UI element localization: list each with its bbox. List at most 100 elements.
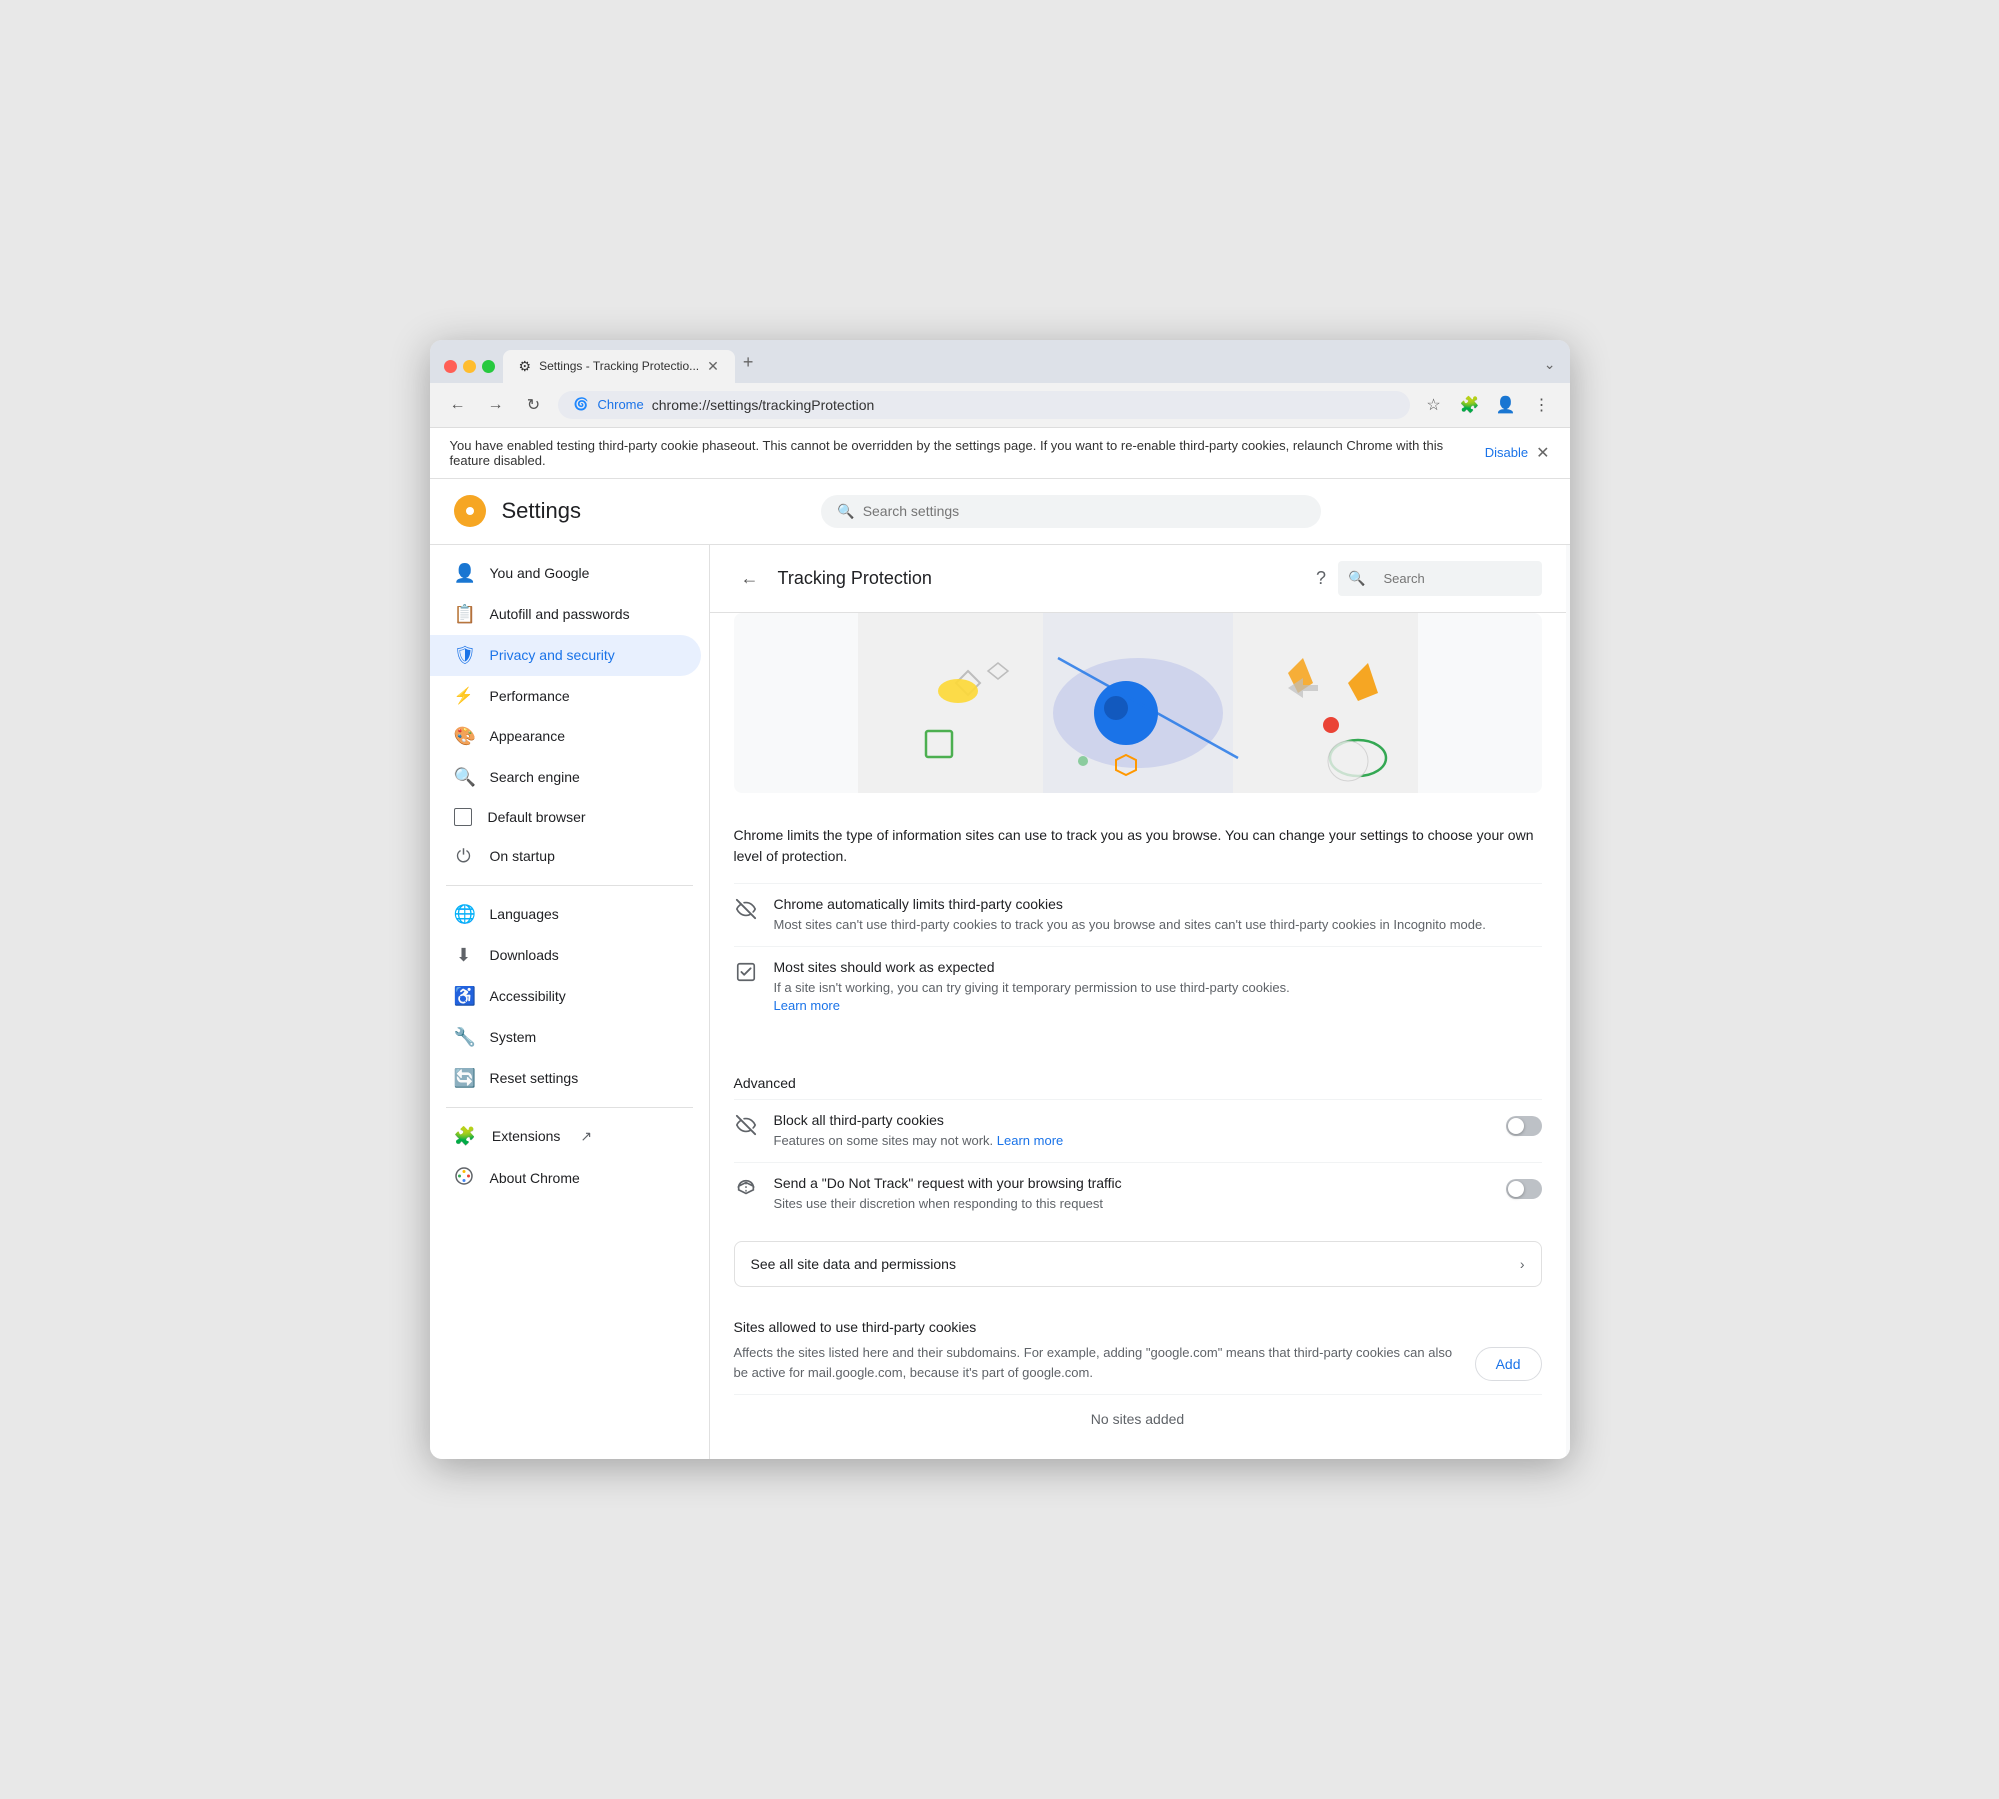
no-sites-label: No sites added	[734, 1394, 1542, 1443]
site-data-label: See all site data and permissions	[751, 1256, 1520, 1272]
chrome-logo-icon: 🌀	[574, 397, 590, 413]
learn-more-link-1[interactable]: Learn more	[774, 998, 840, 1013]
sites-allowed-section: Sites allowed to use third-party cookies…	[710, 1303, 1566, 1459]
sidebar-label-downloads: Downloads	[490, 947, 559, 963]
sidebar-label-languages: Languages	[490, 906, 559, 922]
cookie-limit-item: Chrome automatically limits third-party …	[734, 883, 1542, 946]
address-bar[interactable]: 🌀 Chrome chrome://settings/trackingProte…	[558, 391, 1410, 419]
reload-button[interactable]: ↻	[520, 391, 548, 419]
main-content: ← Tracking Protection ? 🔍	[710, 545, 1566, 1460]
sidebar-item-performance[interactable]: ⚡ Performance	[430, 676, 701, 716]
accessibility-icon: ♿	[454, 986, 474, 1007]
cookie-limit-title: Chrome automatically limits third-party …	[774, 896, 1542, 912]
about-icon	[454, 1167, 474, 1190]
sidebar-item-downloads[interactable]: ⬇ Downloads	[430, 935, 701, 976]
eye-blocked-icon	[734, 898, 758, 926]
block-cookies-title: Block all third-party cookies	[774, 1112, 1490, 1128]
bookmark-button[interactable]: ☆	[1420, 391, 1448, 419]
active-tab[interactable]: ⚙ Settings - Tracking Protectio... ✕	[503, 350, 735, 383]
help-icon[interactable]: ?	[1316, 568, 1326, 589]
nav-icons: ☆ 🧩 👤 ⋮	[1420, 391, 1556, 419]
settings-search-bar[interactable]: 🔍	[821, 495, 1321, 528]
sidebar-label-reset: Reset settings	[490, 1070, 579, 1086]
sidebar-label-about: About Chrome	[490, 1170, 580, 1186]
sidebar-item-accessibility[interactable]: ♿ Accessibility	[430, 976, 701, 1017]
sidebar-item-on-startup[interactable]: ⏻ On startup	[430, 836, 701, 877]
settings-page-title: Settings	[502, 498, 582, 524]
dnt-toggle[interactable]	[1506, 1179, 1542, 1199]
sidebar-item-reset[interactable]: 🔄 Reset settings	[430, 1058, 701, 1099]
puzzle-icon: 🧩	[454, 1126, 476, 1147]
advanced-section: Advanced Block all third-party cookies	[710, 1043, 1566, 1241]
sidebar-divider-1	[446, 885, 693, 886]
sidebar-label-on-startup: On startup	[490, 848, 555, 864]
extensions-external-link-icon: ↗	[580, 1128, 592, 1145]
sidebar-item-appearance[interactable]: 🎨 Appearance	[430, 716, 701, 757]
nav-bar: ← → ↻ 🌀 Chrome chrome://settings/trackin…	[430, 383, 1570, 428]
search-engine-icon: 🔍	[454, 767, 474, 788]
sidebar-label-extensions: Extensions	[492, 1128, 560, 1144]
tracking-back-button[interactable]: ←	[734, 562, 766, 594]
content-search-input[interactable]	[1372, 565, 1532, 592]
minimize-button[interactable]	[463, 360, 476, 373]
disable-link[interactable]: Disable	[1485, 445, 1528, 460]
settings-header: Settings 🔍	[430, 479, 1570, 545]
sidebar-item-about[interactable]: About Chrome	[430, 1157, 701, 1200]
system-icon: 🔧	[454, 1027, 474, 1048]
sites-work-content: Most sites should work as expected If a …	[774, 959, 1542, 1015]
sidebar-item-default-browser[interactable]: Default browser	[430, 798, 701, 836]
settings-search-input[interactable]	[863, 503, 1306, 519]
add-site-button[interactable]: Add	[1475, 1347, 1542, 1381]
tab-title: Settings - Tracking Protectio...	[539, 359, 699, 373]
profile-button[interactable]: 👤	[1492, 391, 1520, 419]
lightning-icon: ⚡	[454, 686, 474, 706]
description-section: Chrome limits the type of information si…	[710, 809, 1566, 1044]
sidebar-item-system[interactable]: 🔧 System	[430, 1017, 701, 1058]
chrome-label: Chrome	[598, 397, 644, 412]
dnt-title: Send a "Do Not Track" request with your …	[774, 1175, 1490, 1191]
person-icon: 👤	[454, 563, 474, 584]
more-menu-button[interactable]: ⋮	[1528, 391, 1556, 419]
sidebar-label-system: System	[490, 1029, 537, 1045]
document-icon: 📋	[454, 604, 474, 625]
content-header: ← Tracking Protection ? 🔍	[710, 545, 1566, 613]
download-icon: ⬇	[454, 945, 474, 966]
chevron-right-icon: ›	[1520, 1256, 1525, 1272]
maximize-button[interactable]	[482, 360, 495, 373]
forward-button[interactable]: →	[482, 391, 510, 419]
site-data-row[interactable]: See all site data and permissions ›	[734, 1241, 1542, 1287]
content-search-icon: 🔍	[1348, 570, 1365, 587]
sites-work-title: Most sites should work as expected	[774, 959, 1542, 975]
back-button[interactable]: ←	[444, 391, 472, 419]
sidebar-item-autofill[interactable]: 📋 Autofill and passwords	[430, 594, 701, 635]
site-data-section: See all site data and permissions ›	[710, 1241, 1566, 1303]
close-button[interactable]	[444, 360, 457, 373]
block-eye-icon	[734, 1114, 758, 1142]
dnt-desc: Sites use their discretion when respondi…	[774, 1195, 1490, 1213]
sidebar-item-search-engine[interactable]: 🔍 Search engine	[430, 757, 701, 798]
tab-controls: ⌄	[1544, 356, 1556, 383]
sidebar-item-languages[interactable]: 🌐 Languages	[430, 894, 701, 935]
new-tab-button[interactable]: +	[735, 352, 762, 383]
dnt-item: Send a "Do Not Track" request with your …	[734, 1162, 1542, 1225]
info-bar: You have enabled testing third-party coo…	[430, 428, 1570, 479]
default-browser-icon	[454, 808, 472, 826]
sidebar-item-you-and-google[interactable]: 👤 You and Google	[430, 553, 701, 594]
sites-desc: Affects the sites listed here and their …	[734, 1343, 1459, 1382]
sidebar-divider-2	[446, 1107, 693, 1108]
sidebar: 👤 You and Google 📋 Autofill and password…	[430, 545, 710, 1460]
sidebar-item-privacy[interactable]: 🛡 Privacy and security	[430, 635, 701, 676]
sidebar-item-extensions[interactable]: 🧩 Extensions ↗	[430, 1116, 709, 1157]
extensions-button[interactable]: 🧩	[1456, 391, 1484, 419]
info-bar-close-button[interactable]: ✕	[1536, 443, 1549, 463]
learn-more-link-2[interactable]: Learn more	[997, 1133, 1063, 1148]
power-icon: ⏻	[454, 846, 474, 867]
reset-icon: 🔄	[454, 1068, 474, 1089]
dnt-content: Send a "Do Not Track" request with your …	[774, 1175, 1490, 1213]
tab-close-button[interactable]: ✕	[707, 358, 719, 375]
search-icon: 🔍	[837, 503, 854, 520]
block-cookies-toggle[interactable]	[1506, 1116, 1542, 1136]
sites-work-desc: If a site isn't working, you can try giv…	[774, 979, 1542, 1015]
content-page-title: Tracking Protection	[778, 568, 1305, 589]
info-bar-message: You have enabled testing third-party coo…	[450, 438, 1477, 468]
